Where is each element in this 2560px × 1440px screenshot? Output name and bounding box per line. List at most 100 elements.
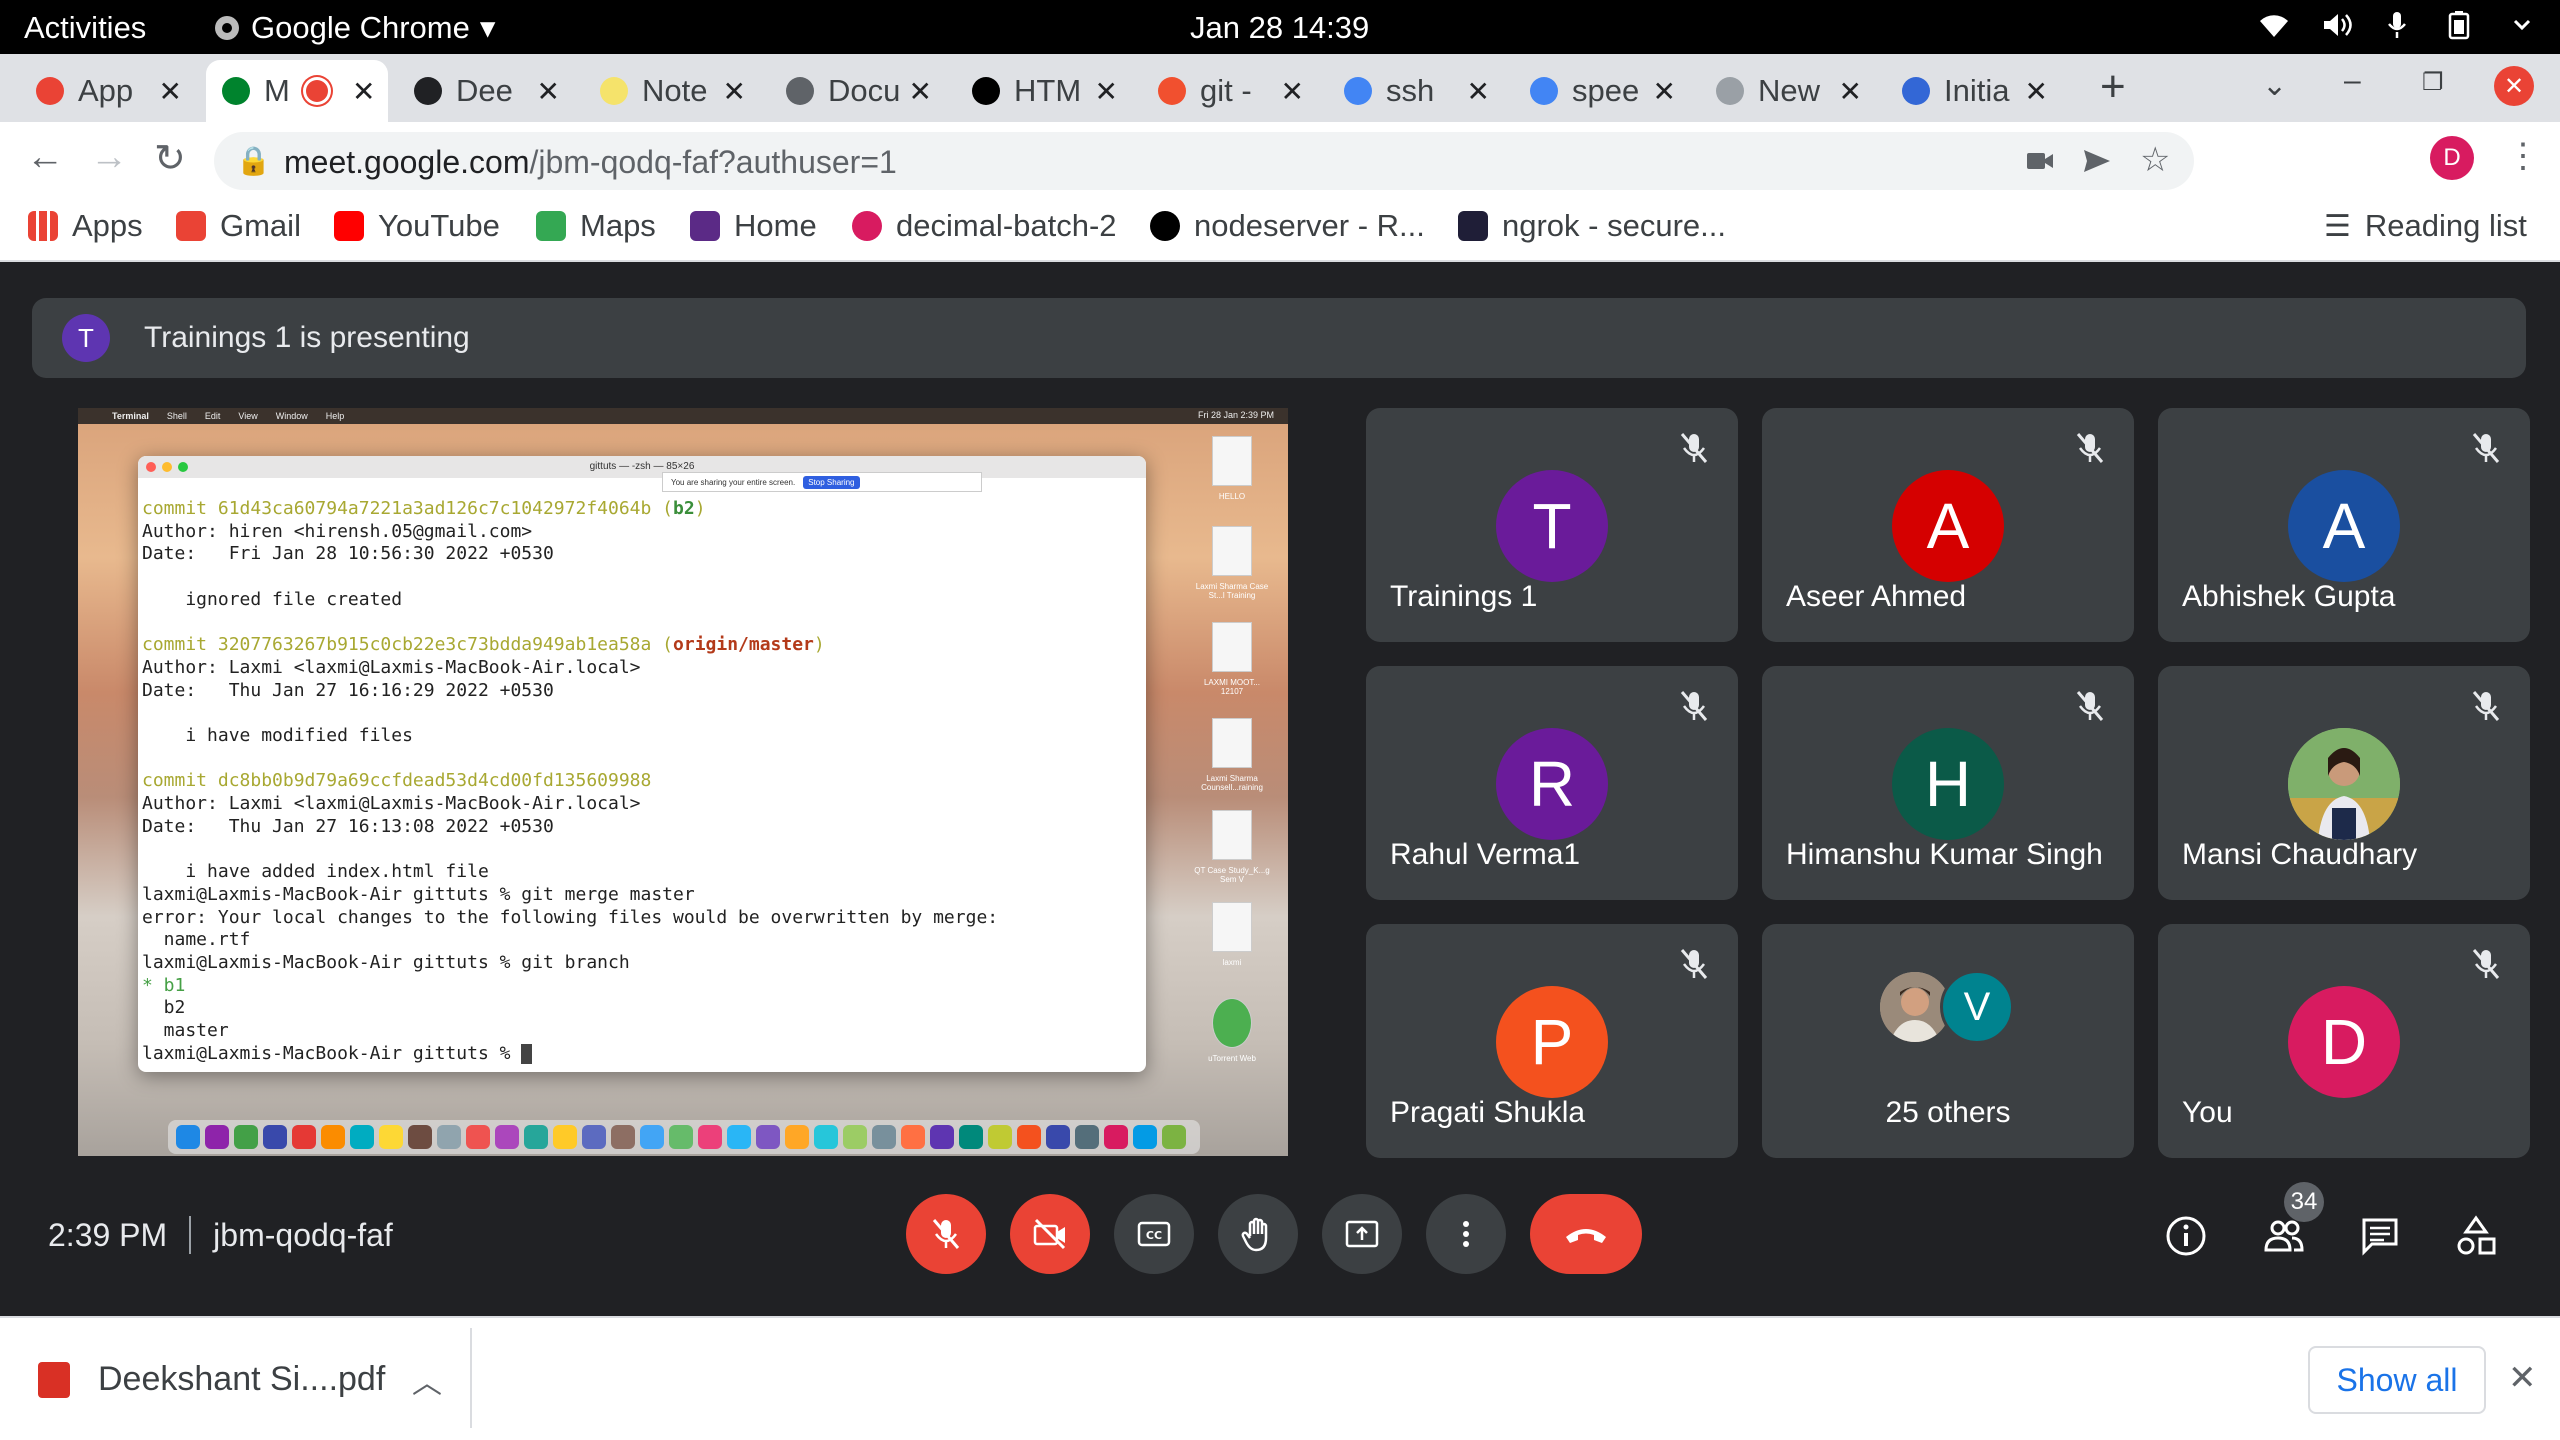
others-tile[interactable]: V 25 others xyxy=(1762,924,2134,1158)
dock-app-icon xyxy=(263,1125,287,1149)
terminal-text: Author: Laxmi <laxmi@Laxmis-MacBook-Air.… xyxy=(142,656,641,678)
close-icon[interactable]: ✕ xyxy=(1467,75,1490,108)
close-icon[interactable]: ✕ xyxy=(352,75,375,108)
tab-4[interactable]: Docu ✕ xyxy=(770,60,946,122)
shared-screen[interactable]: Terminal Shell Edit View Window Help Fri… xyxy=(78,408,1288,1156)
terminal-text: laxmi@Laxmis-MacBook-Air gittuts % xyxy=(142,1042,522,1064)
reading-list-button[interactable]: ☰ Reading list xyxy=(2324,208,2527,244)
terminal-text: i have modified files xyxy=(142,725,413,747)
address-url[interactable]: meet.google.com/jbm-qodq-faf?authuser=1 xyxy=(284,144,897,181)
bookmark-maps[interactable]: Maps xyxy=(536,208,656,244)
meeting-details-button[interactable] xyxy=(2164,1214,2208,1258)
tab-label: App xyxy=(78,73,134,108)
stop-sharing-button[interactable]: Stop Sharing xyxy=(803,475,860,489)
address-bar[interactable]: 🔒 meet.google.com/jbm-qodq-faf?authuser=… xyxy=(214,132,2194,190)
dock-app-icon xyxy=(582,1125,606,1149)
forward-button[interactable]: → xyxy=(90,136,128,179)
leave-call-button[interactable] xyxy=(1530,1194,1642,1274)
dock-app-icon xyxy=(843,1125,867,1149)
app-menu[interactable]: Google Chrome ▾ xyxy=(213,10,495,46)
minimize-button[interactable]: – xyxy=(2344,64,2361,98)
close-icon[interactable]: ✕ xyxy=(1095,75,1118,108)
tab-3[interactable]: Note ✕ xyxy=(584,60,760,122)
mic-off-icon xyxy=(2070,428,2110,468)
close-icon[interactable]: ✕ xyxy=(2025,75,2048,108)
close-icon[interactable]: ✕ xyxy=(159,75,182,108)
system-tray[interactable] xyxy=(2258,10,2532,40)
maps-icon xyxy=(536,211,566,241)
traffic-lights[interactable] xyxy=(146,462,188,472)
window-close-button[interactable]: ✕ xyxy=(2494,66,2534,106)
tab-0[interactable]: App ✕ xyxy=(20,60,196,122)
participant-tile[interactable]: Mansi Chaudhary xyxy=(2158,666,2530,900)
bookmark-decimal-batch[interactable]: decimal-batch-2 xyxy=(852,208,1117,244)
participant-tile[interactable]: R Rahul Verma1 xyxy=(1366,666,1738,900)
show-all-button[interactable]: Show all xyxy=(2308,1346,2486,1414)
others-avatar: V xyxy=(1940,970,2014,1044)
desktop-file-icon xyxy=(1212,526,1252,576)
close-icon[interactable]: ✕ xyxy=(1653,75,1676,108)
bookmark-home[interactable]: Home xyxy=(690,208,817,244)
terminal-text: commit 3207763267b915c0cb22e3c73bdda949a… xyxy=(142,634,674,656)
more-options-button[interactable] xyxy=(1426,1194,1506,1274)
activities-button[interactable] xyxy=(2454,1214,2498,1258)
notes-icon xyxy=(600,77,628,105)
back-button[interactable]: ← xyxy=(26,136,64,179)
mic-toggle-button[interactable] xyxy=(906,1194,986,1274)
chevron-up-icon[interactable]: ︿ xyxy=(412,1358,442,1402)
download-filename[interactable]: Deekshant Si....pdf xyxy=(98,1360,385,1399)
participant-tile[interactable]: T Trainings 1 xyxy=(1366,408,1738,642)
bookmark-ngrok[interactable]: ngrok - secure... xyxy=(1458,208,1726,244)
tab-7[interactable]: ssh ✕ xyxy=(1328,60,1504,122)
self-tile[interactable]: D You xyxy=(2158,924,2530,1158)
new-tab-button[interactable]: + xyxy=(2100,62,2126,112)
bookmark-gmail[interactable]: Gmail xyxy=(176,208,301,244)
present-now-button[interactable] xyxy=(1322,1194,1402,1274)
raise-hand-button[interactable] xyxy=(1218,1194,1298,1274)
camera-in-use-icon[interactable] xyxy=(2026,148,2054,174)
kebab-menu-icon[interactable]: ⋮ xyxy=(2506,136,2540,176)
send-tab-icon[interactable] xyxy=(2082,146,2112,176)
close-icon[interactable]: ✕ xyxy=(1839,75,1862,108)
tab-2[interactable]: Dee ✕ xyxy=(398,60,574,122)
close-icon[interactable]: ✕ xyxy=(909,75,932,108)
tab-6[interactable]: git - ✕ xyxy=(1142,60,1318,122)
bookmark-apps[interactable]: Apps xyxy=(28,208,143,244)
close-icon[interactable]: ✕ xyxy=(1281,75,1304,108)
chat-button[interactable] xyxy=(2358,1214,2402,1258)
close-icon[interactable]: ✕ xyxy=(537,75,560,108)
tab-9[interactable]: New ✕ xyxy=(1700,60,1876,122)
tab-search-chevron-icon[interactable]: ⌄ xyxy=(2262,68,2287,103)
system-clock[interactable]: Jan 28 14:39 xyxy=(1190,10,1369,46)
dock-app-icon xyxy=(756,1125,780,1149)
terminal-text: commit dc8bb0b9d79a69ccfdead53d4cd00fd13… xyxy=(142,770,652,792)
terminal-text: name.rtf xyxy=(142,929,251,951)
participant-tile[interactable]: H Himanshu Kumar Singh xyxy=(1762,666,2134,900)
camera-off-icon xyxy=(1033,1218,1066,1250)
close-icon[interactable]: ✕ xyxy=(723,75,746,108)
profile-avatar[interactable]: D xyxy=(2430,136,2474,180)
meeting-code: jbm-qodq-faf xyxy=(213,1216,393,1253)
tab-5[interactable]: HTM ✕ xyxy=(956,60,1132,122)
bookmark-youtube[interactable]: YouTube xyxy=(334,208,500,244)
bookmark-star-icon[interactable]: ☆ xyxy=(2140,140,2170,180)
bookmark-nodeserver[interactable]: nodeserver - R... xyxy=(1150,208,1425,244)
camera-toggle-button[interactable] xyxy=(1010,1194,1090,1274)
captions-button[interactable]: CC xyxy=(1114,1194,1194,1274)
dock-app-icon xyxy=(466,1125,490,1149)
participant-tile[interactable]: P Pragati Shukla xyxy=(1366,924,1738,1158)
tab-1-active[interactable]: M ✕ xyxy=(206,60,388,122)
participant-tile[interactable]: A Aseer Ahmed xyxy=(1762,408,2134,642)
restore-button[interactable]: ❐ xyxy=(2422,68,2444,97)
terminal-text: laxmi@Laxmis-MacBook-Air gittuts % git m… xyxy=(142,883,695,905)
activities-button[interactable]: Activities xyxy=(24,10,146,46)
terminal-window[interactable]: gittuts — -zsh — 85×26 You are sharing y… xyxy=(138,456,1146,1072)
tab-8[interactable]: spee ✕ xyxy=(1514,60,1690,122)
lock-icon[interactable]: 🔒 xyxy=(236,144,271,177)
close-icon[interactable]: ✕ xyxy=(2508,1358,2537,1398)
utorrent-icon xyxy=(1212,998,1252,1048)
tab-10[interactable]: Initia ✕ xyxy=(1886,60,2062,122)
participant-tile[interactable]: A Abhishek Gupta xyxy=(2158,408,2530,642)
reload-button[interactable]: ↻ xyxy=(154,136,186,181)
terminal-titlebar[interactable]: gittuts — -zsh — 85×26 xyxy=(138,456,1146,478)
